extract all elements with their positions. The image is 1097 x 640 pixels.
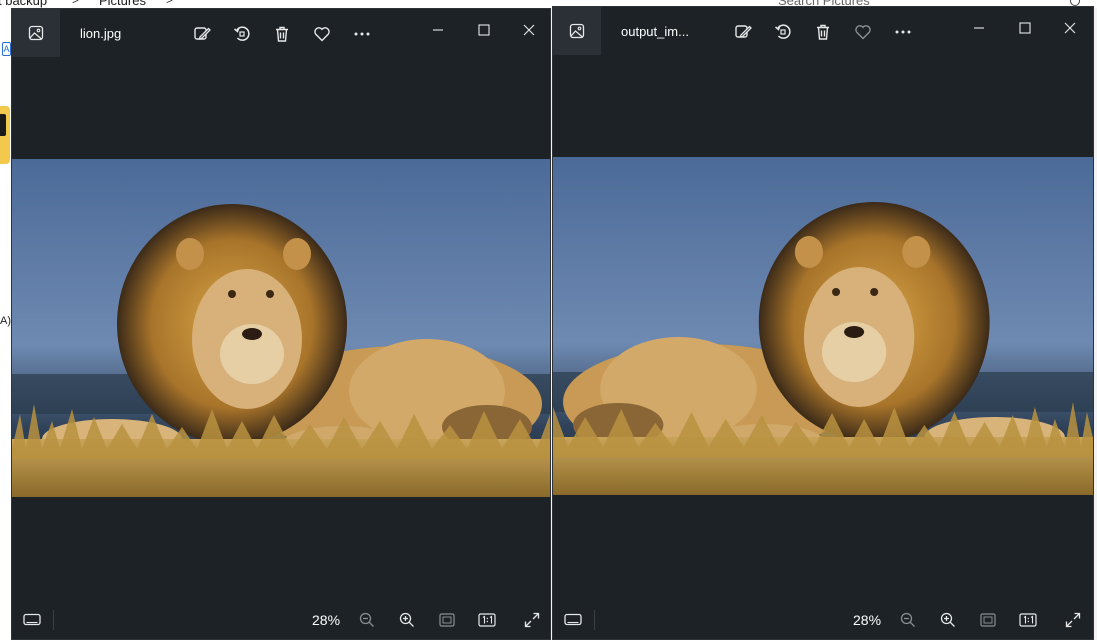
more-icon [354, 32, 370, 36]
fit-to-window-button[interactable] [976, 609, 1000, 631]
photos-app-icon[interactable] [553, 7, 601, 55]
title-bar: lion.jpg [12, 9, 550, 57]
breadcrumb-item[interactable]: t backup [0, 0, 47, 8]
title-bar: output_im... [553, 7, 1093, 55]
photos-window-2: output_im... 28% [552, 6, 1094, 640]
explorer-text-fragment: A) [0, 315, 11, 327]
rotate-icon [775, 24, 791, 39]
minimize-icon [974, 27, 984, 29]
filmstrip-button[interactable] [561, 609, 585, 631]
edit-image-button[interactable] [730, 19, 756, 45]
more-options-button[interactable] [349, 21, 375, 47]
edit-image-button[interactable] [189, 21, 215, 47]
maximize-icon [478, 24, 490, 36]
bottom-toolbar: 28% [12, 601, 550, 639]
zoom-level[interactable]: 28% [853, 612, 881, 628]
breadcrumb-item[interactable]: Pictures [99, 0, 146, 8]
favorite-button[interactable] [309, 21, 335, 47]
explorer-chip: A [2, 42, 11, 56]
maximize-button[interactable] [467, 15, 501, 45]
rotate-icon [234, 26, 250, 41]
delete-button[interactable] [269, 21, 295, 47]
minimize-button[interactable] [962, 13, 996, 43]
window-title: output_im... [621, 24, 689, 39]
rotate-button[interactable] [770, 19, 796, 45]
photos-app-icon[interactable] [12, 9, 60, 57]
zoom-level[interactable]: 28% [312, 612, 340, 628]
edit-image-icon [735, 25, 752, 38]
delete-icon [817, 24, 829, 40]
close-icon [523, 24, 535, 36]
filmstrip-icon [23, 613, 41, 626]
heart-icon [855, 25, 871, 40]
minimize-button[interactable] [421, 15, 455, 45]
minimize-icon [433, 29, 443, 31]
delete-icon [276, 26, 288, 42]
toolbar-divider [53, 610, 54, 630]
breadcrumb-separator: > [72, 0, 80, 7]
delete-button[interactable] [810, 19, 836, 45]
zoom-out-icon [359, 612, 374, 627]
close-button[interactable] [512, 15, 546, 45]
edit-image-icon [194, 27, 211, 40]
fit-to-window-button[interactable] [435, 609, 459, 631]
fullscreen-button[interactable] [520, 609, 544, 631]
close-icon [1064, 22, 1076, 34]
folder-thumbnail [0, 114, 6, 136]
close-button[interactable] [1053, 13, 1087, 43]
zoom-out-button[interactable] [896, 609, 920, 631]
photo-canvas[interactable] [553, 157, 1093, 495]
lion-photo [12, 159, 550, 497]
zoom-in-button[interactable] [936, 609, 960, 631]
zoom-in-button[interactable] [395, 609, 419, 631]
photos-window-1: lion.jpg 28% [11, 8, 551, 640]
toolbar-divider [594, 610, 595, 630]
more-options-button[interactable] [890, 19, 916, 45]
fullscreen-button[interactable] [1061, 609, 1085, 631]
actual-size-icon [478, 613, 496, 627]
bottom-toolbar: 28% [553, 601, 1093, 639]
zoom-in-icon [940, 612, 955, 627]
more-icon [895, 30, 911, 34]
zoom-out-icon [900, 612, 915, 627]
fit-to-window-icon [980, 613, 996, 627]
breadcrumb-separator: > [166, 0, 174, 7]
photo-canvas[interactable] [12, 159, 550, 497]
zoom-out-button[interactable] [355, 609, 379, 631]
fit-to-window-icon [439, 613, 455, 627]
window-title: lion.jpg [80, 26, 122, 41]
actual-size-icon [1019, 613, 1037, 627]
desktop: t backup > Pictures > Search Pictures A … [0, 0, 1097, 640]
maximize-button[interactable] [1008, 13, 1042, 43]
fullscreen-icon [1065, 612, 1081, 628]
favorite-button[interactable] [850, 19, 876, 45]
lion-photo-mirrored [553, 157, 1093, 495]
actual-size-button[interactable] [1016, 609, 1040, 631]
heart-icon [314, 27, 330, 42]
actual-size-button[interactable] [475, 609, 499, 631]
maximize-icon [1019, 22, 1031, 34]
rotate-button[interactable] [229, 21, 255, 47]
filmstrip-icon [564, 613, 582, 626]
fullscreen-icon [524, 612, 540, 628]
filmstrip-button[interactable] [20, 609, 44, 631]
zoom-in-icon [399, 612, 414, 627]
